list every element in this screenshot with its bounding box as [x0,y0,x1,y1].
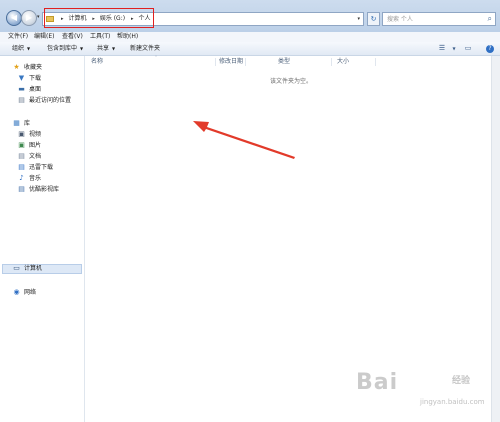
desktop-icon: ▬ [18,85,25,93]
nav-favorites-label: 收藏夹 [24,64,43,71]
annotation-highlight-box [44,8,154,28]
column-header-modified[interactable]: 修改日期 [219,56,243,68]
youku-library-icon: ▤ [18,185,25,193]
column-separator[interactable] [331,58,332,66]
music-icon: ♪ [19,174,24,182]
refresh-button[interactable]: ↻ [367,12,380,26]
annotation-arrow [193,121,295,159]
baidu-watermark: Bai 经验 jingyan.baidu.com [356,370,496,418]
explorer-window: ◀ ▶ ▾ ▸ 计算机 ▸ 娱乐 (G:) ▸ 个人 ▾ ↻ ⌕ 文件(F) 编… [0,0,500,422]
watermark-brand: Bai [356,370,399,395]
column-separator[interactable] [245,58,246,66]
refresh-icon: ↻ [370,15,377,23]
pictures-icon: ▣ [18,141,25,149]
menu-edit[interactable]: 编辑(E) [34,32,54,42]
include-in-library-label: 包含到库中 [47,45,78,52]
preview-pane-icon[interactable]: ▭ [463,44,473,53]
address-history-dropdown[interactable]: ▾ [357,13,360,25]
nav-downloads-label: 下载 [29,75,42,82]
address-bar-area: ◀ ▶ ▾ ▸ 计算机 ▸ 娱乐 (G:) ▸ 个人 ▾ ↻ ⌕ [0,0,500,32]
navigation-pane: ★ 收藏夹 ▼ 下载 ▬ 桌面 ▤ 最近访问的位置 ▦ 库 ▣ 视频 ▣ 图片 … [0,56,85,422]
nav-videos-label: 视频 [29,131,42,138]
vertical-scrollbar[interactable] [491,56,500,422]
document-icon: ▤ [18,152,25,160]
column-separator[interactable] [375,58,376,66]
empty-folder-message: 该文件夹为空。 [270,78,313,85]
watermark-brand-cn: 经验 [452,376,471,386]
nav-recent-label: 最近访问的位置 [29,97,72,104]
menu-help[interactable]: 帮助(H) [117,32,138,42]
file-list-pane[interactable]: 名称 ˄ 修改日期 类型 大小 该文件夹为空。 [85,55,500,422]
column-name-label: 名称 [91,58,104,65]
organize-label: 组织 [12,45,25,52]
download-folder-icon: ▼ [18,74,25,82]
forward-button[interactable]: ▶ [21,10,37,26]
library-icon: ▦ [13,119,20,127]
menu-tools[interactable]: 工具(T) [90,32,110,42]
share-label: 共享 [97,45,110,52]
thunder-download-icon: ▤ [18,163,25,171]
computer-icon: ▭ [13,264,20,272]
nav-desktop-label: 桌面 [29,86,42,93]
recent-places-icon: ▤ [18,96,25,104]
star-icon: ★ [13,63,20,71]
chevron-down-icon: ▼ [112,46,116,51]
nav-youku-label: 优酷影视库 [29,186,60,193]
organize-button[interactable]: 组织 ▼ [12,42,30,55]
column-header-size[interactable]: 大小 [337,56,349,68]
chevron-down-icon[interactable]: ▼ [449,44,459,53]
nav-thunder-label: 迅雷下载 [29,164,54,171]
video-icon: ▣ [18,130,25,138]
column-header-type[interactable]: 类型 [278,56,290,68]
nav-documents-label: 文档 [29,153,42,160]
search-box[interactable]: ⌕ [382,12,496,26]
network-icon: ◉ [13,288,20,296]
menu-view[interactable]: 查看(V) [62,32,83,42]
nav-music-label: 音乐 [29,175,42,182]
recent-pages-dropdown[interactable]: ▾ [37,14,40,20]
command-bar: 组织 ▼ 包含到库中 ▼ 共享 ▼ 新建文件夹 ☰ ▼ ▭ ? [0,42,500,56]
back-button[interactable]: ◀ [6,10,22,26]
nav-network-label: 网络 [24,289,37,296]
include-in-library-button[interactable]: 包含到库中 ▼ [47,42,83,55]
nav-computer-label: 计算机 [24,265,43,272]
chevron-down-icon: ▼ [80,46,84,51]
view-options-icon[interactable]: ☰ [437,44,447,53]
column-separator[interactable] [215,58,216,66]
search-icon[interactable]: ⌕ [488,14,492,24]
watermark-url: jingyan.baidu.com [420,398,485,406]
nav-pictures-label: 图片 [29,142,42,149]
help-icon[interactable]: ? [486,45,494,53]
column-header-name[interactable]: 名称 ˄ [91,55,157,68]
menu-file[interactable]: 文件(F) [8,32,28,42]
nav-libraries-label: 库 [24,120,31,127]
chevron-down-icon: ▼ [27,46,31,51]
sort-caret-icon: ˄ [155,55,157,60]
share-button[interactable]: 共享 ▼ [97,42,115,55]
search-input[interactable] [387,14,477,24]
